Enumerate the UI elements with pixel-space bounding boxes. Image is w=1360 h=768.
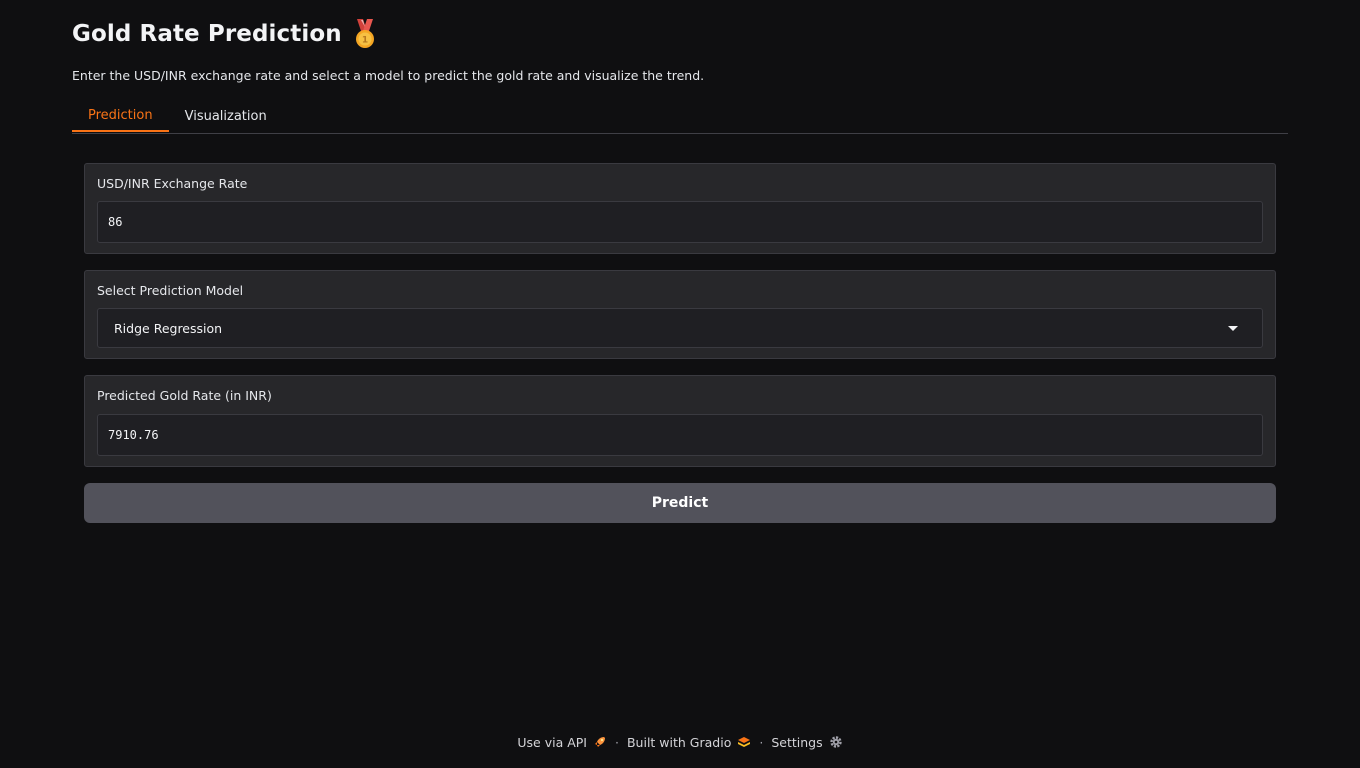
predict-button[interactable]: Predict	[84, 483, 1276, 523]
footer-separator: ·	[759, 734, 764, 750]
exchange-rate-block: USD/INR Exchange Rate	[84, 163, 1276, 254]
exchange-rate-input[interactable]	[108, 215, 1252, 229]
prediction-output-label: Predicted Gold Rate (in INR)	[97, 388, 272, 403]
exchange-rate-field-wrapper	[97, 201, 1263, 243]
model-dropdown-value: Ridge Regression	[114, 320, 223, 336]
settings-label: Settings	[771, 734, 823, 750]
use-via-api-label: Use via API	[517, 734, 587, 750]
built-with-gradio-label: Built with Gradio	[626, 734, 732, 750]
prediction-output-block: Predicted Gold Rate (in INR)	[84, 375, 1276, 467]
app-root: Gold Rate Prediction 1 Enter the USD/INR…	[0, 0, 1360, 768]
medal-icon: 1	[352, 19, 378, 49]
chevron-down-icon[interactable]	[1228, 325, 1238, 331]
prediction-output-field[interactable]	[108, 428, 1252, 442]
rocket-icon	[593, 735, 607, 749]
gear-icon	[829, 735, 843, 749]
model-select-label: Select Prediction Model	[97, 283, 244, 298]
gradio-logo-icon	[737, 735, 751, 749]
footer: Use via API · Built with Gradio · Settin…	[0, 732, 1360, 752]
page-description: Enter the USD/INR exchange rate and sele…	[72, 68, 705, 83]
model-dropdown[interactable]: Ridge Regression	[97, 308, 1263, 348]
page-title: Gold Rate Prediction 1	[72, 16, 378, 52]
use-via-api-link[interactable]: Use via API	[517, 735, 607, 750]
tab-bar: Prediction Visualization	[72, 100, 1288, 134]
prediction-output-field-wrapper	[97, 414, 1263, 456]
built-with-gradio-link[interactable]: Built with Gradio	[627, 735, 751, 750]
page-title-text: Gold Rate Prediction	[72, 21, 342, 47]
svg-text:1: 1	[362, 36, 368, 46]
model-select-block: Select Prediction Model Ridge Regression	[84, 270, 1276, 359]
exchange-rate-label: USD/INR Exchange Rate	[97, 176, 248, 191]
tab-visualization[interactable]: Visualization	[169, 100, 283, 132]
tab-prediction[interactable]: Prediction	[72, 100, 169, 132]
footer-separator: ·	[615, 734, 619, 750]
settings-link[interactable]: Settings	[771, 735, 842, 750]
